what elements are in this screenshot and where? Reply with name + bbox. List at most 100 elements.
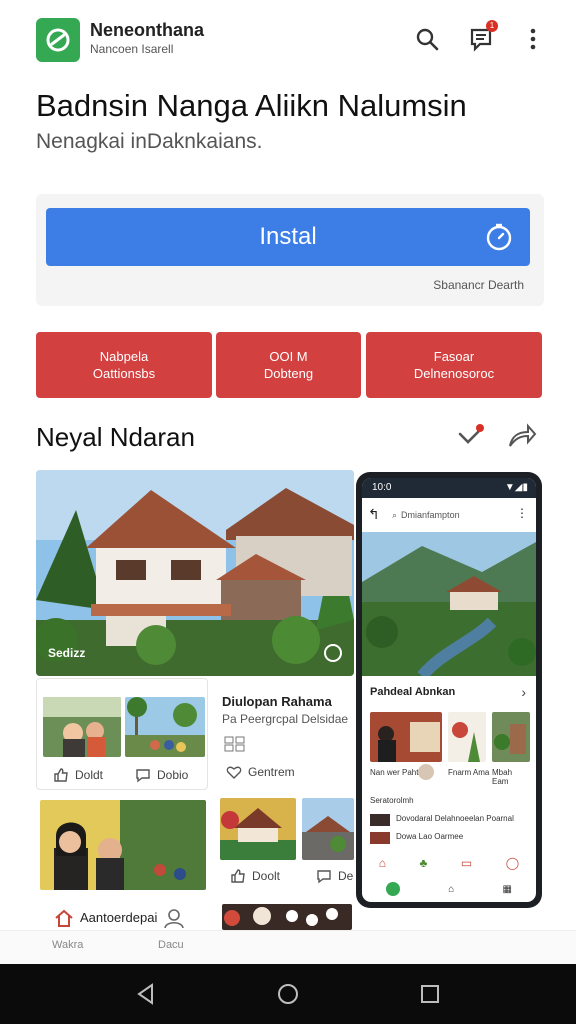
thumb-image-1[interactable] [43, 697, 121, 757]
comment-icon [317, 870, 331, 884]
action-3-line2: Delnenosoroc [413, 366, 495, 381]
thumb-image-2[interactable] [125, 697, 205, 757]
action-2-line2: Dobteng [263, 366, 314, 381]
comment-icon [136, 769, 150, 783]
thumb-image-5[interactable] [302, 798, 354, 860]
gallery-card-2[interactable]: Diulopan Rahama Pa Peergrcpal Delsidae G… [212, 678, 354, 790]
phone-row-1: Seratorolmh [370, 796, 414, 805]
gallery-card-5[interactable]: Aantoerdepai [40, 902, 206, 932]
page-subtitle: Nenagkai inDaknkaians. [36, 130, 263, 153]
phone-mockup: 10:0 ▼◢▮ ↰ ⌕ Dmianfampton ⋮ Pahdeal Abnk… [356, 472, 542, 908]
bottom-tab-1[interactable]: Wakra [52, 939, 83, 951]
phone-row-2-thumb [370, 814, 390, 826]
top-bar: Neneonthana Nancoen Isarell 1 [0, 0, 576, 76]
card1-action-left[interactable]: Doldt [53, 767, 103, 783]
phone-status-icons: ▼◢▮ [504, 482, 528, 493]
gallery-card-4[interactable]: Doolt De [212, 792, 354, 892]
phone-caption-3: Mbah Eam [492, 768, 513, 786]
card4-action-left[interactable]: Doolt [230, 868, 280, 884]
phone-thumbs [370, 712, 530, 764]
install-button[interactable]: Instal [46, 208, 530, 266]
page-title: Badnsin Nanga Aliikn Nalumsin [36, 88, 467, 123]
hero-label: Sedizz [48, 646, 86, 660]
message-icon[interactable]: 1 [466, 20, 498, 54]
more-vert-icon[interactable] [518, 24, 548, 54]
card2-action-label: Gentrem [248, 765, 295, 779]
heart-icon [226, 766, 242, 779]
search-icon[interactable] [412, 24, 442, 54]
install-button-label: Instal [259, 223, 317, 250]
phone-tab-profile-icon[interactable]: ◯ [506, 856, 519, 870]
home-icon [55, 909, 73, 927]
phone-hero-image[interactable] [362, 532, 536, 676]
back-arrow-icon[interactable]: ↰ [368, 506, 380, 523]
phone-row-2[interactable]: Dovodaral Delahnoeelan Poarnal [370, 814, 530, 828]
phone-screen: 10:0 ▼◢▮ ↰ ⌕ Dmianfampton ⋮ Pahdeal Abnk… [362, 478, 536, 902]
phone-row-2-text: Dovodaral Delahnoeelan Poarnal [396, 814, 514, 823]
profile-icon [164, 909, 184, 929]
grid-icon [224, 736, 245, 752]
phone-tab-plant-icon[interactable]: ♣ [420, 856, 428, 870]
phone-caption-2: Fnarm Ama [448, 768, 490, 777]
thumb-image-6[interactable] [222, 904, 352, 930]
phone-bottom-bar: ⌂ ▦ [362, 876, 536, 902]
phone-row-3-thumb [370, 832, 390, 844]
hero-expand-icon[interactable] [324, 644, 342, 662]
card2-action[interactable]: Gentrem [226, 764, 295, 780]
gallery-card-1[interactable]: Doldt Dobio [36, 678, 208, 790]
action-button-2[interactable]: OOI M Dobteng [216, 332, 361, 398]
phone-search-bar[interactable]: ↰ ⌕ Dmianfampton ⋮ [362, 500, 536, 530]
bottom-tabs: Wakra Dacu [0, 930, 576, 964]
back-icon[interactable] [134, 982, 158, 1006]
thumb-image-4[interactable] [220, 798, 296, 860]
phone-time: 10:0 [372, 482, 392, 493]
phone-tab-inbox-icon[interactable]: ▭ [461, 856, 472, 870]
card4-action-right[interactable]: De [316, 868, 353, 884]
phone-nav-home-icon[interactable]: ⌂ [448, 884, 454, 895]
phone-tab-bar: ⌂ ♣ ▭ ◯ [362, 850, 536, 876]
phone-avatar [418, 764, 434, 780]
card1-action-right-label: Dobio [157, 768, 189, 782]
phone-row-3[interactable]: Dowa Lao Oarmee [370, 832, 530, 846]
card4-action-right-label: De [338, 869, 354, 883]
like-icon [54, 768, 68, 782]
action-button-3[interactable]: Fasoar Delnenosoroc [366, 332, 542, 398]
phone-section-title: Pahdeal Abnkan [370, 686, 456, 698]
action-3-line1: Fasoar [433, 349, 475, 364]
bottom-tab-2[interactable]: Dacu [158, 939, 184, 951]
phone-row-3-text: Dowa Lao Oarmee [396, 832, 464, 841]
phone-app-icon[interactable] [386, 882, 401, 896]
chevron-right-icon[interactable]: › [521, 684, 526, 700]
timer-icon [486, 223, 512, 251]
leaf-icon [46, 28, 70, 52]
install-note: Sbanancr Dearth [433, 278, 524, 292]
phone-search-box[interactable]: ⌕ Dmianfampton [392, 506, 510, 524]
phone-search-text: Dmianfampton [401, 510, 460, 520]
action-1-line2: Oattionsbs [92, 366, 156, 381]
wishlist-icon[interactable] [454, 420, 488, 454]
phone-thumb-1[interactable] [370, 712, 442, 762]
action-row: Nabpela Oattionsbs OOI M Dobteng Fasoar … [36, 332, 544, 398]
action-button-1[interactable]: Nabpela Oattionsbs [36, 332, 212, 398]
card2-title: Diulopan Rahama [222, 694, 332, 709]
share-icon[interactable] [504, 420, 538, 454]
phone-thumb-3[interactable] [492, 712, 530, 762]
card1-action-right[interactable]: Dobio [135, 767, 188, 783]
home-button-icon[interactable] [276, 982, 300, 1006]
app-name: Neneonthana [90, 20, 205, 40]
install-card: Instal Sbanancr Dearth [36, 194, 544, 306]
phone-tab-home-icon[interactable]: ⌂ [379, 856, 386, 870]
section-title: Neyal Ndaran [36, 422, 195, 452]
card1-action-left-label: Doldt [75, 768, 104, 782]
notification-badge: 1 [486, 20, 498, 32]
system-nav-bar [0, 964, 576, 1024]
recents-icon[interactable] [418, 982, 442, 1006]
app-logo-icon[interactable] [36, 18, 80, 62]
phone-more-icon[interactable]: ⋮ [516, 506, 528, 520]
action-1-line1: Nabpela [99, 349, 149, 364]
hero-image[interactable]: Sedizz [36, 470, 354, 676]
thumb-image-3[interactable] [40, 800, 206, 890]
phone-thumb-2[interactable] [448, 712, 486, 762]
phone-nav-grid-icon[interactable]: ▦ [502, 884, 511, 895]
card5-title: Aantoerdepai [80, 910, 158, 925]
